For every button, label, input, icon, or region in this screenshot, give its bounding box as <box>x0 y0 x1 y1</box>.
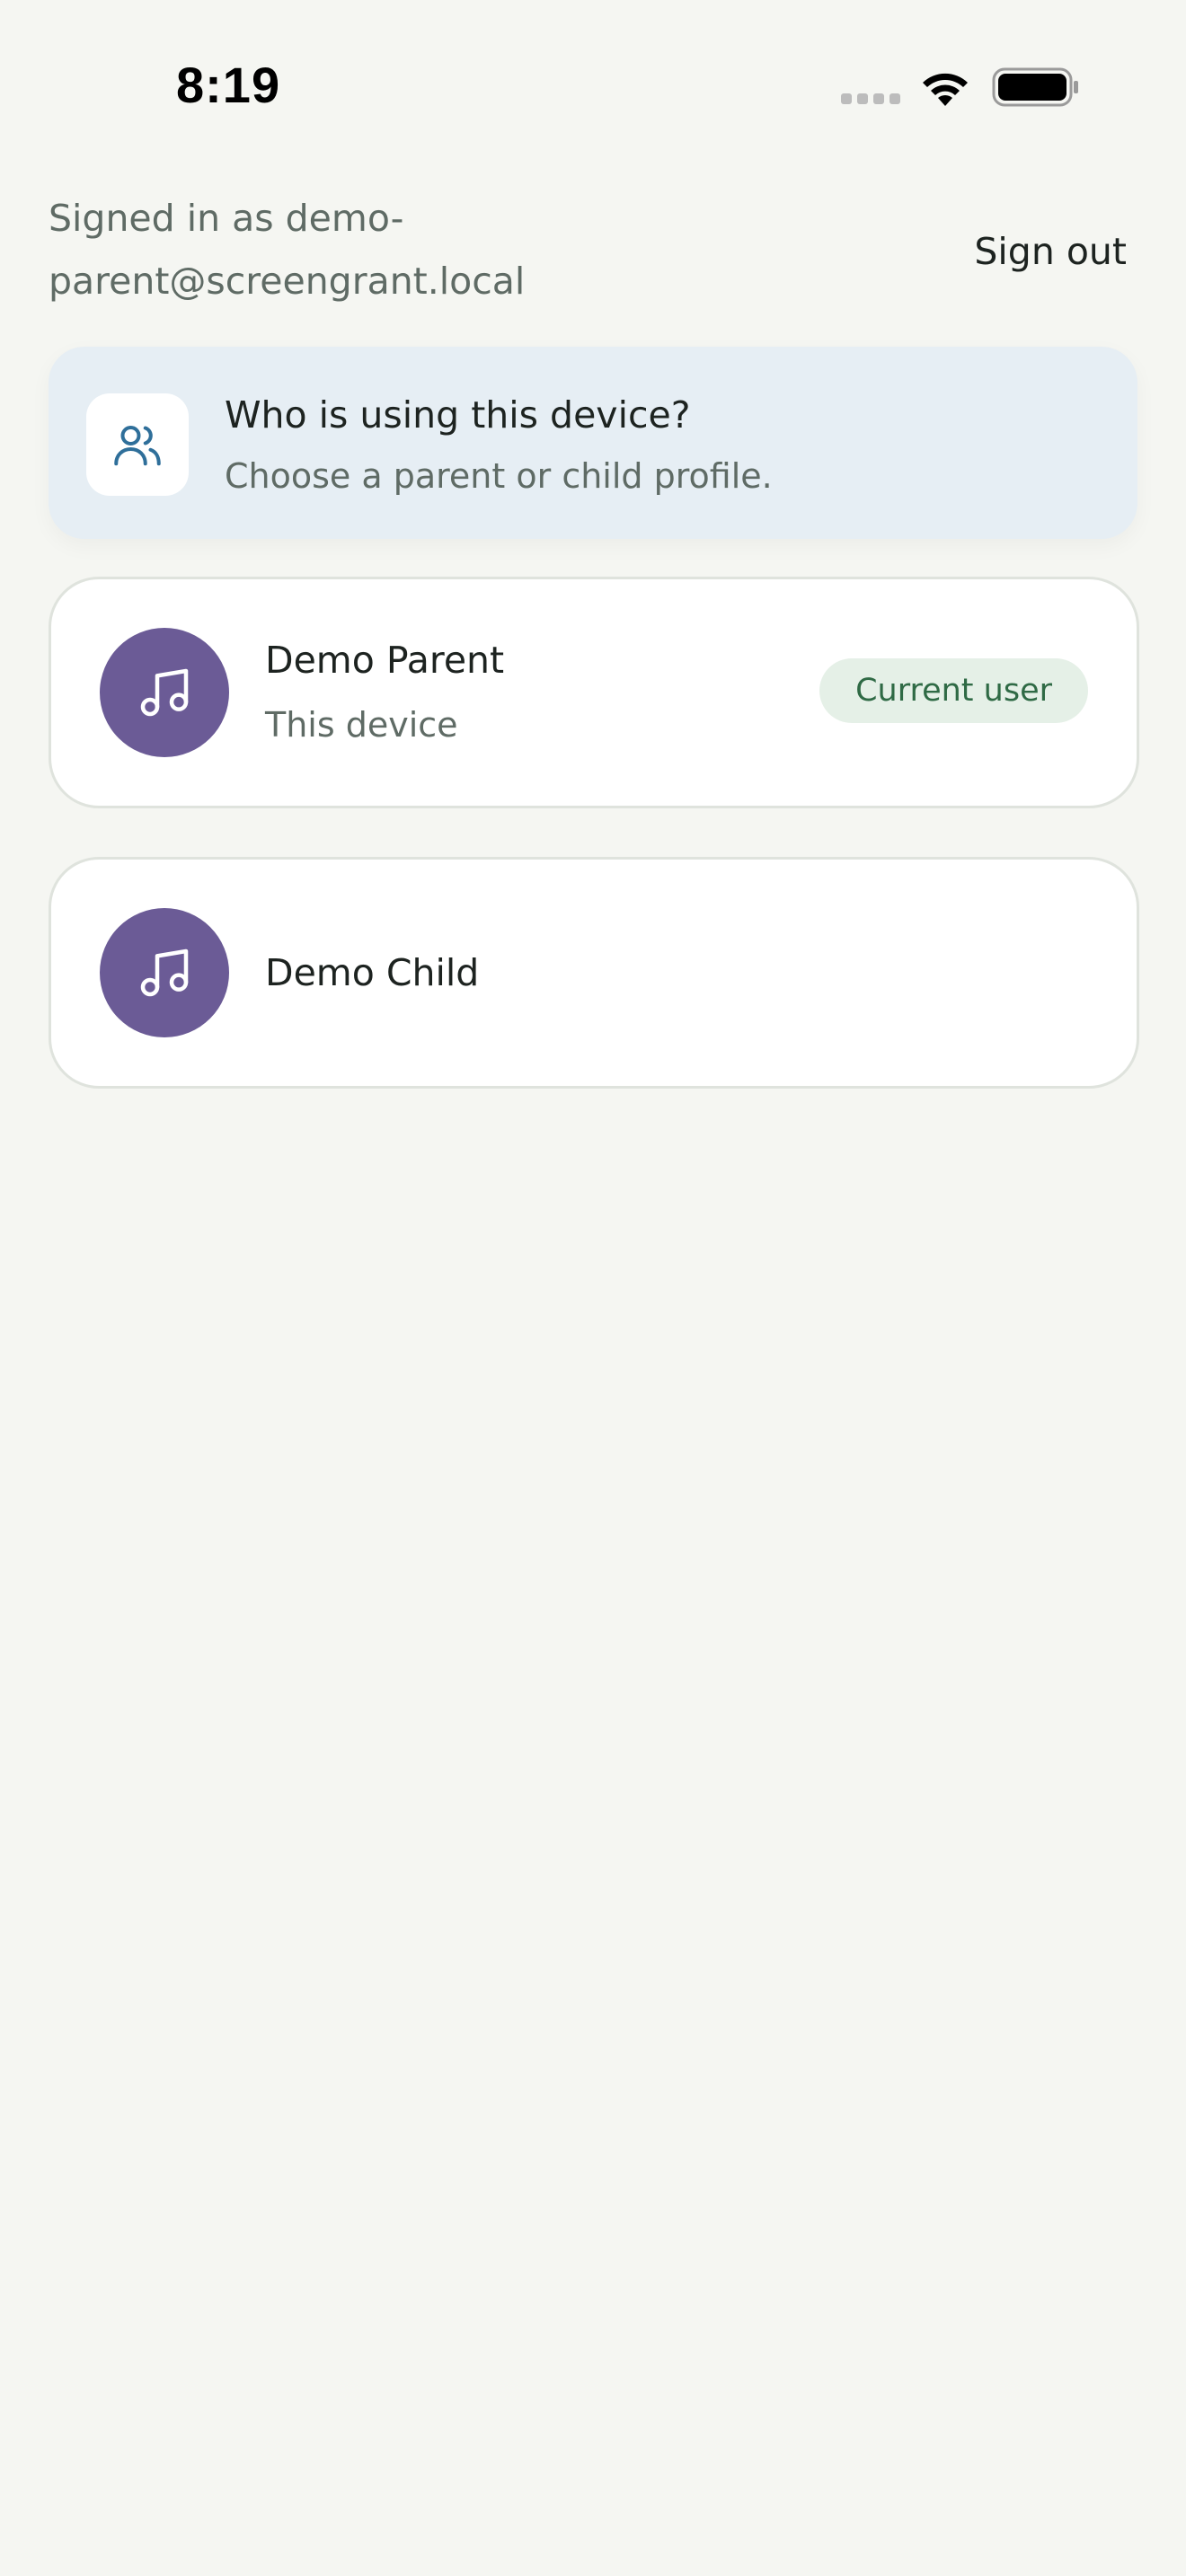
status-bar: 8:19 <box>0 0 1186 171</box>
account-header: Signed in as demo-parent@screengrant.loc… <box>49 187 1137 313</box>
sign-out-button[interactable]: Sign out <box>974 221 1127 282</box>
profile-subtitle: This device <box>265 705 458 745</box>
profile-name: Demo Child <box>265 951 480 994</box>
music-note-icon <box>140 948 189 997</box>
current-user-badge: Current user <box>819 658 1088 723</box>
prompt-title: Who is using this device? <box>225 393 691 437</box>
battery-icon <box>992 67 1078 107</box>
profile-card-demo-child[interactable]: Demo Child <box>49 857 1139 1089</box>
signed-in-label: Signed in as demo-parent@screengrant.loc… <box>49 197 526 303</box>
cellular-signal-icon <box>841 93 900 104</box>
users-icon <box>114 426 161 466</box>
profile-prompt-card: Who is using this device? Choose a paren… <box>49 347 1137 539</box>
profile-card-demo-parent[interactable]: Demo Parent This device Current user <box>49 577 1139 808</box>
wifi-icon <box>923 73 968 106</box>
music-note-icon <box>140 668 189 717</box>
avatar <box>100 628 229 757</box>
users-icon-container <box>86 393 189 496</box>
profile-name: Demo Parent <box>265 639 505 682</box>
avatar <box>100 908 229 1037</box>
status-time: 8:19 <box>176 57 281 113</box>
prompt-subtitle: Choose a parent or child profile. <box>225 456 773 496</box>
